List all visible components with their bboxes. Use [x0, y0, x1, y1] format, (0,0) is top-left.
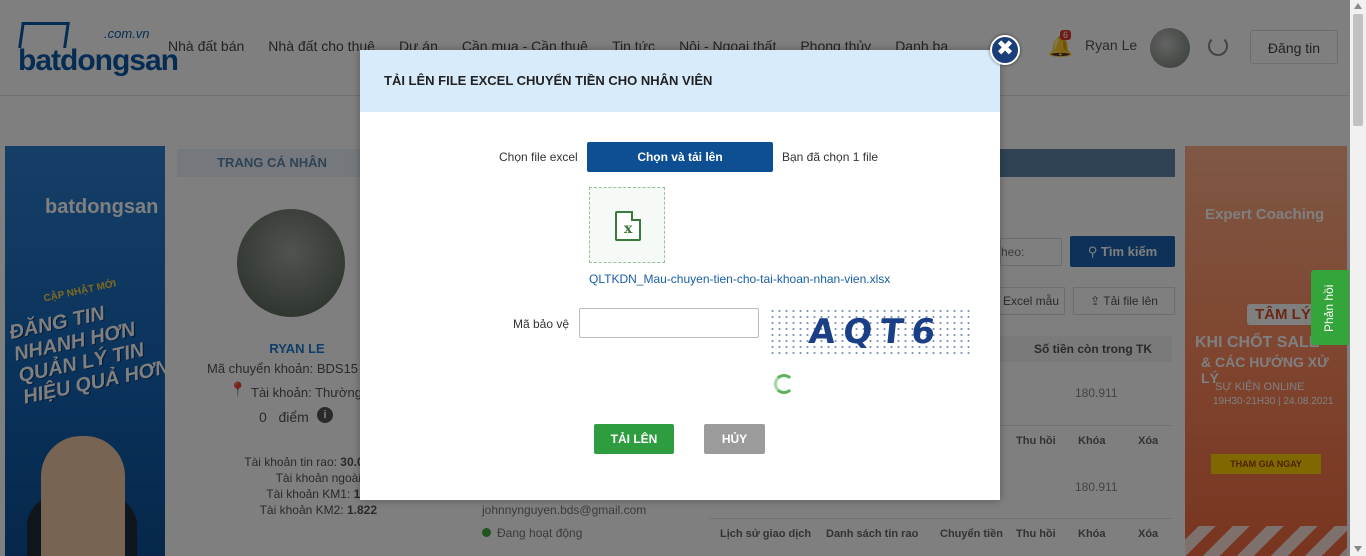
close-icon[interactable]: ✖: [990, 35, 1020, 65]
choose-upload-button[interactable]: Chọn và tải lên: [587, 142, 773, 172]
captcha-label: Mã bảo vệ: [513, 317, 570, 331]
chosen-file-status: Bạn đã chọn 1 file: [782, 150, 879, 164]
file-thumbnail[interactable]: x: [589, 187, 665, 263]
scroll-down-icon[interactable]: [1354, 546, 1362, 552]
excel-file-icon: x: [615, 211, 641, 241]
file-label: Chọn file excel: [499, 150, 578, 164]
scroll-thumb[interactable]: [1353, 14, 1363, 126]
page-scrollbar[interactable]: [1350, 0, 1366, 556]
captcha-image: AQT6: [769, 308, 971, 358]
file-name-link[interactable]: QLTKDN_Mau-chuyen-tien-cho-tai-khoan-nha…: [589, 272, 890, 286]
cancel-button[interactable]: HỦY: [704, 424, 765, 454]
captcha-text: AQT6: [806, 312, 946, 352]
refresh-captcha-icon[interactable]: [774, 374, 794, 394]
upload-excel-modal: TẢI LÊN FILE EXCEL CHUYỂN TIỀN CHO NHÂN …: [360, 50, 1000, 500]
feedback-tab[interactable]: Phản hồi: [1311, 270, 1349, 345]
modal-title: TẢI LÊN FILE EXCEL CHUYỂN TIỀN CHO NHÂN …: [360, 50, 1000, 112]
submit-upload-button[interactable]: TẢI LÊN: [594, 424, 674, 454]
captcha-input[interactable]: [579, 308, 759, 338]
scroll-up-icon[interactable]: [1354, 3, 1362, 9]
